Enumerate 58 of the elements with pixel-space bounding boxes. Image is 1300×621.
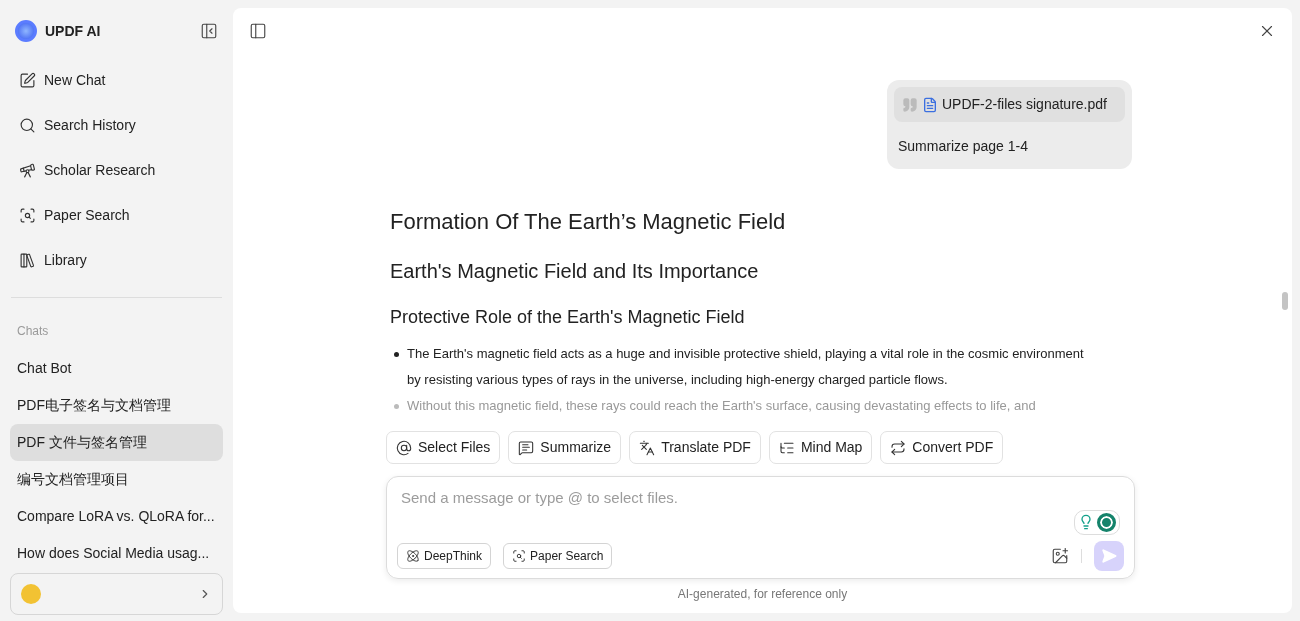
summary-icon	[518, 439, 535, 456]
g-logo-icon	[1097, 512, 1116, 532]
collapse-icon	[200, 22, 218, 40]
sidebar-nav-item[interactable]: Scholar Research	[10, 148, 223, 193]
file-name: UPDF-2-files signature.pdf	[942, 95, 1107, 114]
document-search-icon	[19, 207, 36, 224]
file-icon	[922, 96, 938, 113]
avatar	[21, 584, 41, 604]
bullet-text: Without this magnetic field, these rays could reach the Earth's surface, causing devastating effects to life, and	[407, 397, 1037, 415]
convert-icon	[890, 439, 907, 456]
message-input[interactable]: Send a message or type @ to select files.	[397, 487, 1124, 510]
chat-history-item[interactable]: Chat Bot	[10, 350, 223, 387]
section-heading: Chats	[16, 323, 50, 340]
atom-icon	[406, 549, 420, 563]
search-icon	[19, 117, 36, 134]
send-icon	[1101, 548, 1117, 564]
telescope-icon	[19, 162, 36, 179]
tool-button[interactable]: Translate PDF	[629, 431, 761, 464]
sidebar-nav-item[interactable]: Search History	[10, 103, 223, 148]
chat-history-item[interactable]: How does Social Media usag...	[10, 535, 223, 572]
edit-icon	[19, 72, 36, 89]
brand-name: UPDF AI	[45, 21, 101, 41]
panel-toggle-button[interactable]	[249, 22, 267, 40]
option-button[interactable]: DeepThink	[397, 543, 492, 569]
bullet-icon	[394, 352, 399, 357]
bullet-icon	[394, 404, 399, 409]
tool-button[interactable]: Mind Map	[768, 431, 873, 464]
disclaimer-text: AI-generated, for reference only	[676, 586, 849, 603]
translate-icon	[639, 439, 656, 456]
scrollbar-thumb[interactable]	[1282, 292, 1288, 310]
file-chip[interactable]: UPDF-2-files signature.pdf	[894, 87, 1125, 122]
message-text: Summarize page 1-4	[897, 137, 1029, 156]
at-icon	[396, 439, 412, 456]
tool-button[interactable]: Convert PDF	[880, 431, 1004, 464]
option-button[interactable]: Paper Search	[503, 543, 613, 569]
image-plus-icon	[1051, 547, 1069, 565]
collapse-sidebar-button[interactable]	[200, 22, 218, 40]
tool-button[interactable]: Select Files	[386, 431, 501, 464]
chat-history-item[interactable]: PDF 文件与签名管理	[10, 424, 223, 461]
logo-icon	[15, 20, 37, 42]
library-icon	[19, 252, 36, 269]
sidebar-icon	[249, 22, 267, 40]
tool-button[interactable]: Summarize	[508, 431, 622, 464]
chat-history-item[interactable]: 编号文档管理项目	[10, 461, 223, 498]
document-search-icon	[512, 549, 527, 563]
image-upload-button[interactable]	[1051, 547, 1069, 565]
quote-icon	[902, 96, 918, 113]
answer-heading: Earth's Magnetic Field and Its Importance	[390, 259, 760, 284]
answer-title: Formation Of The Earth’s Magnetic Field	[390, 208, 787, 236]
chat-history-item[interactable]: PDF电子签名与文档管理	[10, 387, 223, 424]
answer-subheading: Protective Role of the Earth's Magnetic Field	[390, 306, 746, 329]
sidebar-nav-item[interactable]: New Chat	[10, 58, 223, 103]
chat-history-item[interactable]: Compare LoRA vs. QLoRA for...	[10, 498, 223, 535]
lightbulb-icon	[1078, 514, 1094, 530]
sidebar-nav-item[interactable]: Library	[10, 238, 223, 283]
sidebar-nav-item[interactable]: Paper Search	[10, 193, 223, 238]
bullet-text: The Earth's magnetic field acts as a huge and invisible protective shield, playing a vital role in the cosmic environment by resisting various types of rays in the universe, including high-energy charged particle flows.	[407, 345, 1085, 389]
grammarly-widget[interactable]	[1074, 509, 1120, 535]
